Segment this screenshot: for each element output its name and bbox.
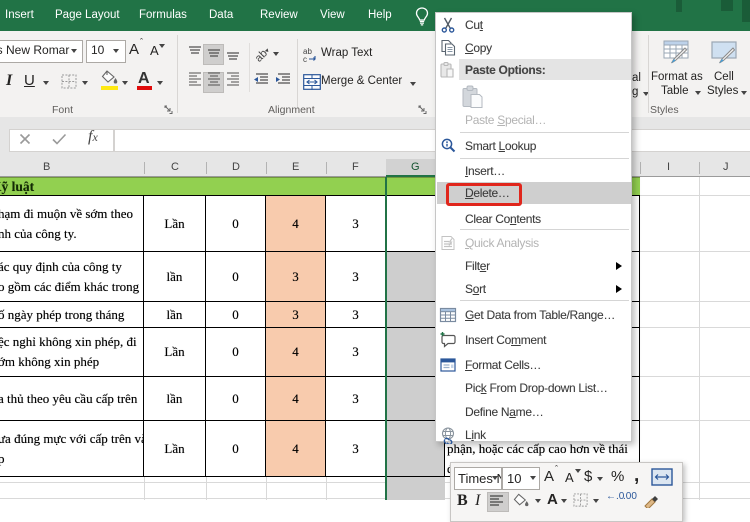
svg-text:c: c	[303, 55, 307, 63]
